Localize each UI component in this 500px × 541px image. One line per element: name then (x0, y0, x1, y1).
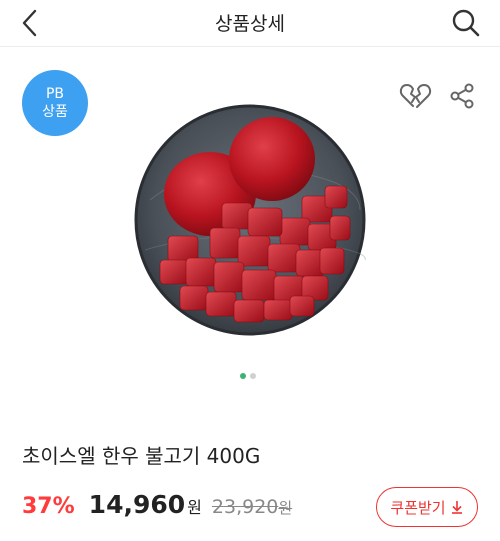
original-price: 23,920 (211, 496, 279, 518)
top-bar: 상품상세 (0, 0, 500, 47)
original-price-unit: 원 (278, 499, 293, 517)
share-icon (450, 83, 474, 109)
product-image[interactable] (130, 100, 370, 340)
pagination-dot[interactable] (250, 373, 256, 379)
heart-broken-icon (399, 84, 432, 108)
discount-rate: 37% (22, 494, 75, 519)
badge-line2: 상품 (42, 104, 68, 120)
share-button[interactable] (446, 80, 478, 112)
like-button[interactable] (398, 81, 434, 111)
coupon-label: 쿠폰받기 (390, 498, 446, 517)
sale-price: 14,960 (88, 490, 186, 519)
download-icon (451, 501, 462, 514)
get-coupon-button[interactable]: 쿠폰받기 (376, 487, 478, 527)
product-name: 초이스엘 한우 불고기 400G (22, 444, 261, 468)
price-row: 37% 14,960 원 23,920 원 (22, 490, 292, 526)
pagination-dot-active[interactable] (240, 373, 246, 379)
search-icon (452, 9, 480, 37)
sale-price-unit: 원 (187, 498, 202, 517)
beef-on-plate-image (134, 104, 366, 336)
badge-line1: PB (45, 86, 65, 102)
page-title: 상품상세 (215, 13, 285, 35)
image-pagination (240, 373, 256, 379)
search-button[interactable] (446, 4, 486, 42)
pb-product-badge: PB 상품 (22, 70, 88, 136)
